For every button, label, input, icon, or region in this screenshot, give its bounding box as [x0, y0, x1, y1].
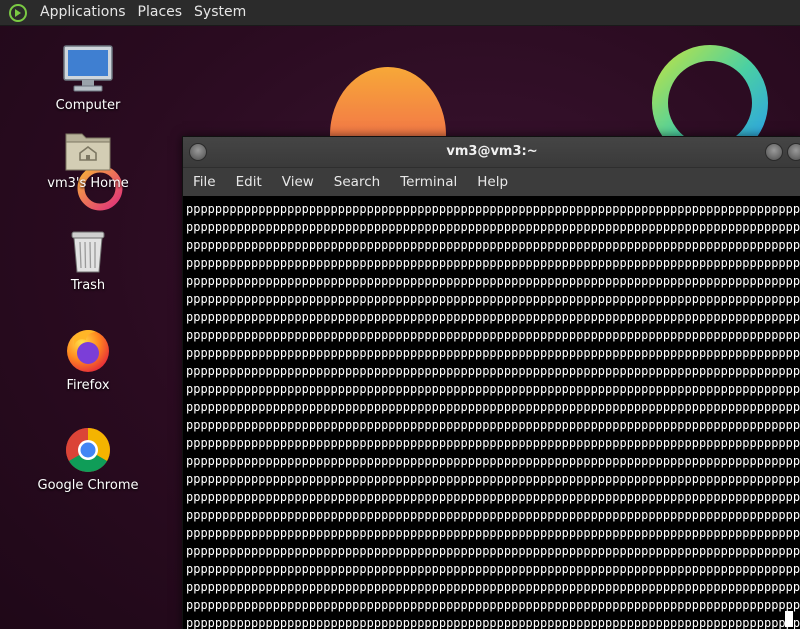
desktop-icon-home[interactable]: vm3's Home [33, 128, 143, 191]
terminal-menubar: File Edit View Search Terminal Help [183, 168, 800, 196]
terminal-line: pppppppppppppppppppppppppppppppppppppppp… [186, 220, 800, 234]
chrome-icon [66, 428, 110, 472]
terminal-line: pppppppppppppppppppppppppppppppppppppppp… [186, 436, 800, 450]
terminal-title: vm3@vm3:~ [446, 144, 538, 159]
terminal-line: pppppppppppppppppppppppppppppppppppppppp… [186, 274, 800, 288]
menu-terminal[interactable]: Terminal [390, 168, 467, 196]
terminal-line: pppppppppppppppppppppppppppppppppppppppp… [186, 472, 800, 486]
terminal-line: pppppppppppppppppppppppppppppppppppppppp… [186, 310, 800, 324]
terminal-line: pppppppppppppppppppppppppppppppppppppppp… [186, 580, 800, 594]
menu-search[interactable]: Search [324, 168, 390, 196]
terminal-output[interactable]: pppppppppppppppppppppppppppppppppppppppp… [183, 196, 800, 629]
desktop-icon-label: Firefox [66, 378, 110, 393]
desktop-icon-label: Google Chrome [37, 478, 139, 493]
trash-icon [71, 231, 105, 273]
terminal-line: pppppppppppppppppppppppppppppppppppppppp… [186, 238, 800, 252]
home-folder-icon [65, 133, 111, 171]
desktop-icon-trash[interactable]: Trash [33, 228, 143, 293]
terminal-line: pppppppppppppppppppppppppppppppppppppppp… [186, 616, 800, 629]
terminal-line: pppppppppppppppppppppppppppppppppppppppp… [186, 562, 800, 576]
terminal-line: pppppppppppppppppppppppppppppppppppppppp… [186, 490, 800, 504]
menu-edit[interactable]: Edit [226, 168, 272, 196]
menu-places[interactable]: Places [132, 0, 189, 25]
desktop-icon-firefox[interactable]: Firefox [33, 326, 143, 393]
terminal-line: pppppppppppppppppppppppppppppppppppppppp… [186, 598, 800, 612]
terminal-line: pppppppppppppppppppppppppppppppppppppppp… [186, 256, 800, 270]
terminal-cursor [785, 611, 793, 627]
menu-view[interactable]: View [272, 168, 324, 196]
desktop-icon-chrome[interactable]: Google Chrome [33, 426, 143, 493]
desktop: Applications Places System Computer vm3'… [0, 0, 800, 629]
terminal-line: pppppppppppppppppppppppppppppppppppppppp… [186, 382, 800, 396]
terminal-line: pppppppppppppppppppppppppppppppppppppppp… [186, 454, 800, 468]
desktop-icon-label: Trash [70, 278, 106, 293]
terminal-line: pppppppppppppppppppppppppppppppppppppppp… [186, 202, 800, 216]
top-panel: Applications Places System [0, 0, 800, 26]
terminal-line: pppppppppppppppppppppppppppppppppppppppp… [186, 526, 800, 540]
terminal-line: pppppppppppppppppppppppppppppppppppppppp… [186, 346, 800, 360]
desktop-icon-label: vm3's Home [47, 176, 129, 191]
menu-applications[interactable]: Applications [34, 0, 132, 25]
menu-help[interactable]: Help [467, 168, 518, 196]
desktop-icon-label: Computer [55, 98, 121, 113]
menu-system[interactable]: System [188, 0, 252, 25]
terminal-titlebar[interactable]: vm3@vm3:~ [183, 137, 800, 168]
terminal-line: pppppppppppppppppppppppppppppppppppppppp… [186, 508, 800, 522]
terminal-window[interactable]: vm3@vm3:~ File Edit View Search Terminal… [182, 136, 800, 629]
terminal-line: pppppppppppppppppppppppppppppppppppppppp… [186, 418, 800, 432]
terminal-line: pppppppppppppppppppppppppppppppppppppppp… [186, 544, 800, 558]
menu-file[interactable]: File [183, 168, 226, 196]
computer-icon [63, 45, 113, 92]
terminal-line: pppppppppppppppppppppppppppppppppppppppp… [186, 328, 800, 342]
minimize-button[interactable] [765, 143, 783, 161]
firefox-icon [67, 330, 109, 372]
desktop-icon-computer[interactable]: Computer [33, 44, 143, 113]
terminal-line: pppppppppppppppppppppppppppppppppppppppp… [186, 400, 800, 414]
maximize-button[interactable] [787, 143, 800, 161]
terminal-line: pppppppppppppppppppppppppppppppppppppppp… [186, 364, 800, 378]
distro-logo-icon[interactable] [8, 3, 28, 23]
terminal-line: pppppppppppppppppppppppppppppppppppppppp… [186, 292, 800, 306]
